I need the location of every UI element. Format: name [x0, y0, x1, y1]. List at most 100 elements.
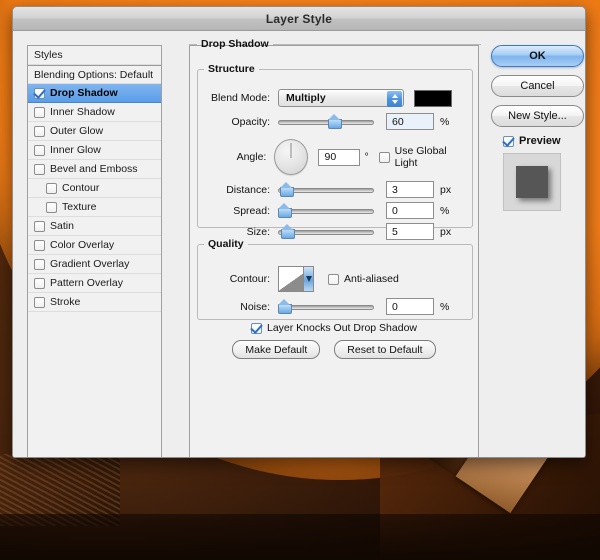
- reset-to-default-button[interactable]: Reset to Default: [334, 340, 436, 359]
- stepper-arrows-icon[interactable]: [387, 91, 402, 107]
- opacity-slider-knob[interactable]: [327, 113, 342, 129]
- sidebar-item-label: Outer Glow: [50, 125, 104, 137]
- checkbox-texture[interactable]: [46, 201, 57, 213]
- angle-label: Angle:: [236, 151, 267, 163]
- distance-row: Distance: 3 px: [204, 181, 468, 198]
- size-unit: px: [440, 225, 452, 238]
- contour-dropdown-arrow-icon[interactable]: [303, 267, 313, 291]
- reset-to-default-label: Reset to Default: [347, 343, 423, 356]
- sidebar-item-label: Bevel and Emboss: [50, 163, 138, 175]
- sidebar-item-contour[interactable]: Contour: [28, 179, 161, 198]
- checkbox-use-global-light[interactable]: [378, 151, 390, 163]
- ok-button-label: OK: [529, 50, 546, 62]
- checkbox-preview[interactable]: [503, 135, 514, 147]
- spread-unit: %: [440, 204, 450, 217]
- spread-label: Spread:: [233, 204, 270, 217]
- layer-style-dialog: Layer Style Styles Blending Options: Def…: [12, 6, 586, 458]
- sidebar-item-bevel-and-emboss[interactable]: Bevel and Emboss: [28, 160, 161, 179]
- size-label: Size:: [246, 225, 270, 238]
- new-style-button-label: New Style...: [508, 110, 567, 122]
- noise-slider[interactable]: [278, 298, 374, 315]
- sidebar-item-gradient-overlay[interactable]: Gradient Overlay: [28, 255, 161, 274]
- size-slider-knob[interactable]: [280, 223, 295, 239]
- spread-slider-track[interactable]: [278, 208, 374, 214]
- distance-slider-knob[interactable]: [279, 181, 294, 197]
- distance-unit: px: [440, 183, 452, 196]
- new-style-button[interactable]: New Style...: [491, 105, 584, 127]
- angle-dial[interactable]: [274, 139, 309, 175]
- sidebar-item-outer-glow[interactable]: Outer Glow: [28, 122, 161, 141]
- opacity-value: 60: [392, 115, 404, 128]
- sidebar-item-blending-options[interactable]: Blending Options: Default: [28, 65, 161, 84]
- checkbox-contour[interactable]: [46, 182, 57, 194]
- checkbox-anti-aliased[interactable]: [328, 273, 339, 285]
- noise-slider-knob[interactable]: [278, 298, 292, 314]
- drop-shadow-settings-panel: Drop Shadow Structure Blend Mode: Multip…: [189, 38, 481, 457]
- checkbox-color-overlay[interactable]: [34, 239, 45, 251]
- spread-row: Spread: 0 %: [204, 202, 468, 219]
- noise-value: 0: [392, 300, 398, 313]
- noise-input[interactable]: 0: [386, 298, 434, 315]
- checkbox-bevel-and-emboss[interactable]: [34, 163, 45, 175]
- layer-knocks-out-row[interactable]: Layer Knocks Out Drop Shadow: [190, 322, 478, 334]
- checkbox-drop-shadow[interactable]: [34, 87, 45, 99]
- cancel-button-label: Cancel: [520, 80, 555, 92]
- sidebar-item-label: Inner Glow: [50, 144, 101, 156]
- contour-preset-picker[interactable]: [278, 266, 314, 292]
- distance-input[interactable]: 3: [386, 181, 434, 198]
- styles-list-panel: Styles Blending Options: Default Drop Sh…: [27, 45, 162, 457]
- dialog-action-column: OK Cancel New Style... Preview: [491, 45, 585, 211]
- shadow-color-swatch[interactable]: [414, 89, 452, 107]
- checkbox-stroke[interactable]: [34, 296, 45, 308]
- noise-slider-track[interactable]: [278, 304, 374, 310]
- blend-mode-select[interactable]: Multiply: [278, 89, 404, 107]
- sidebar-item-stroke[interactable]: Stroke: [28, 293, 161, 312]
- make-default-button[interactable]: Make Default: [232, 340, 321, 359]
- sidebar-item-texture[interactable]: Texture: [28, 198, 161, 217]
- cancel-button[interactable]: Cancel: [491, 75, 584, 97]
- sidebar-item-inner-shadow[interactable]: Inner Shadow: [28, 103, 161, 122]
- checkbox-inner-shadow[interactable]: [34, 106, 45, 118]
- size-value: 5: [392, 225, 398, 238]
- checkbox-satin[interactable]: [34, 220, 45, 232]
- sidebar-item-inner-glow[interactable]: Inner Glow: [28, 141, 161, 160]
- checkbox-pattern-overlay[interactable]: [34, 277, 45, 289]
- sidebar-item-pattern-overlay[interactable]: Pattern Overlay: [28, 274, 161, 293]
- angle-unit: °: [364, 151, 369, 163]
- sidebar-item-color-overlay[interactable]: Color Overlay: [28, 236, 161, 255]
- sidebar-item-label: Gradient Overlay: [50, 258, 130, 270]
- styles-list-header[interactable]: Styles: [28, 46, 161, 65]
- spread-slider-knob[interactable]: [278, 202, 292, 218]
- sidebar-item-label: Stroke: [50, 296, 81, 308]
- distance-slider[interactable]: [278, 181, 374, 198]
- spread-input[interactable]: 0: [386, 202, 434, 219]
- sidebar-item-label: Contour: [62, 182, 100, 194]
- angle-input[interactable]: 90: [318, 148, 361, 166]
- preview-toggle-row[interactable]: Preview: [491, 135, 585, 147]
- checkbox-gradient-overlay[interactable]: [34, 258, 45, 270]
- sidebar-item-drop-shadow[interactable]: Drop Shadow: [28, 84, 161, 103]
- distance-value: 3: [392, 183, 398, 196]
- layer-knocks-out-label: Layer Knocks Out Drop Shadow: [267, 322, 417, 334]
- quality-group: Quality Contour: Anti-aliased Noise: 0 %: [197, 238, 473, 320]
- sidebar-item-label: Satin: [50, 220, 74, 232]
- preview-swatch-square: [516, 166, 548, 198]
- default-buttons-row: Make Default Reset to Default: [190, 340, 478, 359]
- sidebar-item-label: Texture: [62, 201, 97, 213]
- blend-mode-value: Multiply: [286, 92, 326, 104]
- opacity-slider-track[interactable]: [278, 119, 374, 125]
- angle-value: 90: [324, 151, 337, 163]
- checkbox-layer-knocks-out-drop-shadow[interactable]: [251, 322, 262, 334]
- structure-group-title: Structure: [208, 63, 255, 75]
- dialog-titlebar[interactable]: Layer Style: [13, 7, 585, 31]
- opacity-input[interactable]: 60: [386, 113, 434, 130]
- dialog-body: Styles Blending Options: Default Drop Sh…: [13, 32, 585, 457]
- checkbox-outer-glow[interactable]: [34, 125, 45, 137]
- spread-slider[interactable]: [278, 202, 374, 219]
- chevron-up-icon: [391, 94, 398, 98]
- ok-button[interactable]: OK: [491, 45, 584, 67]
- sidebar-item-satin[interactable]: Satin: [28, 217, 161, 236]
- checkbox-inner-glow[interactable]: [34, 144, 45, 156]
- chevron-down-icon: [391, 100, 398, 104]
- opacity-slider[interactable]: [278, 113, 374, 130]
